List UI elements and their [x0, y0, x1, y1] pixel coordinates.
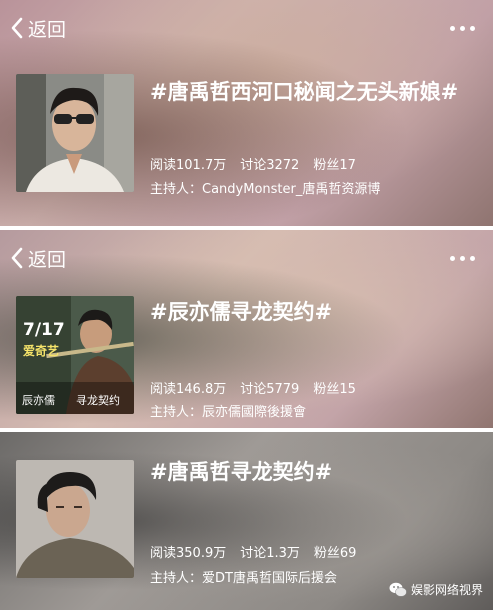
read-count: 阅读350.9万: [150, 546, 227, 561]
poster-show: 寻龙契约: [76, 394, 120, 407]
poster-name: 辰亦儒: [22, 394, 55, 407]
back-label: 返回: [28, 18, 67, 41]
topic-host[interactable]: 主持人：爱DT唐禹哲国际后援会: [150, 567, 337, 586]
discussion-count: 讨论5779: [240, 382, 300, 397]
topic-thumbnail[interactable]: [16, 460, 134, 578]
more-dots-icon: [450, 256, 455, 261]
more-button[interactable]: [450, 26, 475, 31]
more-button[interactable]: [450, 256, 475, 261]
topic-title: #唐禹哲西河口秘闻之无头新娘#: [150, 80, 459, 104]
read-count: 阅读101.7万: [150, 158, 227, 173]
fan-count: 粉丝69: [313, 546, 357, 561]
topic-title: #唐禹哲寻龙契约#: [150, 460, 333, 484]
topic-stats: 阅读101.7万 讨论3272 粉丝17: [150, 154, 356, 173]
watermark-text: 娱影网络视界: [410, 583, 483, 597]
back-button[interactable]: 返回: [10, 10, 66, 46]
discussion-count: 讨论1.3万: [240, 546, 300, 561]
chevron-left-icon: [11, 17, 23, 39]
watermark: 娱影网络视界: [389, 581, 483, 598]
read-count: 阅读146.8万: [150, 382, 227, 397]
back-label: 返回: [28, 248, 67, 271]
wechat-icon: [389, 582, 407, 597]
top-bar: 返回: [0, 240, 493, 276]
fan-count: 粉丝15: [313, 382, 356, 397]
topic-stats: 阅读146.8万 讨论5779 粉丝15: [150, 378, 356, 397]
poster-date: 7/17: [23, 320, 65, 340]
fan-count: 粉丝17: [313, 158, 356, 173]
topic-stats: 阅读350.9万 讨论1.3万 粉丝69: [150, 542, 356, 561]
discussion-count: 讨论3272: [240, 158, 300, 173]
back-button[interactable]: 返回: [10, 240, 66, 276]
person-photo: [16, 74, 134, 192]
person-photo: [16, 460, 134, 578]
poster-brand: 爱奇艺: [23, 344, 60, 358]
topic-host[interactable]: 主持人：CandyMonster_唐禹哲资源博: [150, 178, 380, 197]
topic-thumbnail[interactable]: 7/17 爱奇艺 辰亦儒 寻龙契约: [16, 296, 134, 414]
top-bar: 返回: [0, 10, 493, 46]
topic-card-2: 返回 7/17 爱奇艺 辰亦儒 寻龙契约 #辰亦儒寻龙契约# 阅读146.8万 …: [0, 230, 493, 428]
topic-host[interactable]: 主持人：辰亦儒國際後援會: [150, 401, 306, 420]
chevron-left-icon: [11, 247, 23, 269]
topic-card-3: #唐禹哲寻龙契约# 阅读350.9万 讨论1.3万 粉丝69 主持人：爱DT唐禹…: [0, 432, 493, 610]
topic-title: #辰亦儒寻龙契约#: [150, 300, 333, 324]
topic-thumbnail[interactable]: [16, 74, 134, 192]
topic-card-1: 返回 #唐禹哲西河口秘闻之无头新娘# 阅读101.7万 讨论3272 粉丝17 …: [0, 0, 493, 226]
more-dots-icon: [450, 26, 455, 31]
